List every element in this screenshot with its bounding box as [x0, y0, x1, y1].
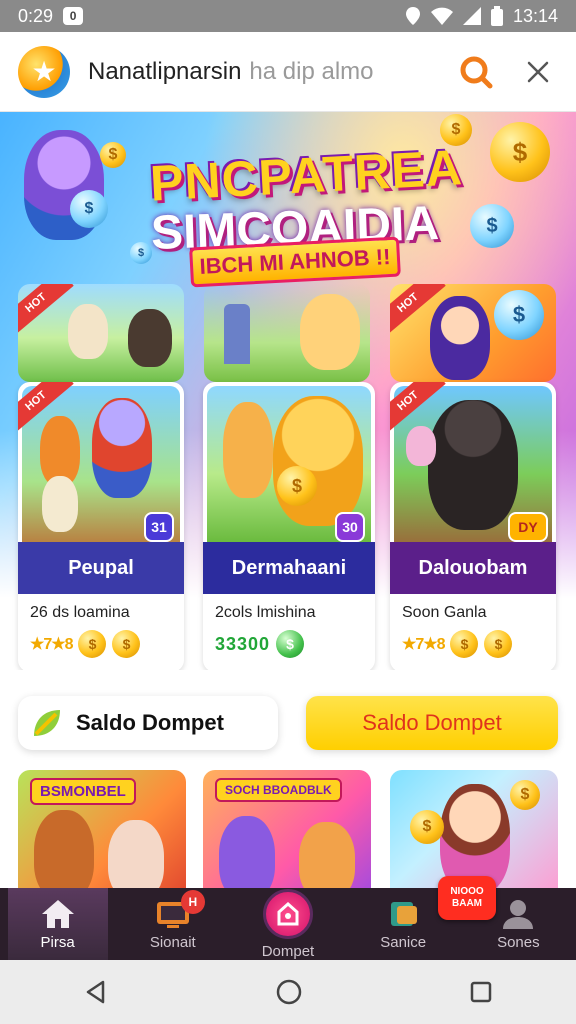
- wifi-icon: [430, 7, 453, 25]
- app-title: Nanatlipnarsin: [88, 57, 242, 85]
- nav-item-live[interactable]: H Sionait: [123, 888, 223, 960]
- game-card[interactable]: $ 30 Dermahaani 2cols lmishina 33300 $: [203, 382, 375, 670]
- app-header: ★ Nanatlipnarsin ha dip almo: [0, 32, 576, 112]
- nav-label: Sones: [497, 933, 540, 951]
- location-icon: [405, 7, 420, 25]
- game-name: Dalouobam: [390, 542, 556, 594]
- wallet-balance-button[interactable]: Saldo Dompet: [306, 696, 558, 750]
- game-level-badge: 31: [144, 512, 174, 542]
- mascot-character: [430, 296, 490, 380]
- close-icon: [527, 61, 549, 82]
- mascot-character: [42, 476, 78, 532]
- coin-icon: $: [410, 810, 444, 844]
- wallet-icon: [277, 901, 299, 925]
- mascot-character: [68, 304, 108, 359]
- nav-notification-badge: H: [180, 890, 205, 914]
- game-rating: ★7★8: [402, 636, 445, 653]
- coin-icon: $: [78, 630, 107, 658]
- coin-icon: $: [276, 630, 305, 658]
- promo-tag: BSMONBEL: [30, 778, 136, 805]
- game-meta: 33300 $: [215, 630, 305, 658]
- coin-icon: $: [484, 630, 513, 658]
- coin-icon: $: [130, 242, 152, 264]
- home-icon: [41, 899, 74, 928]
- mascot-character: [406, 426, 436, 466]
- coin-icon: $: [70, 190, 108, 228]
- game-name: Peupal: [18, 542, 184, 594]
- nav-label: Sionait: [149, 933, 196, 951]
- battery-icon: [490, 6, 503, 26]
- nav-label: Dompet: [261, 942, 315, 960]
- game-card[interactable]: HOT 31 Peupal 26 ds loamina ★7★8 $ $: [18, 382, 184, 670]
- app-subtitle: ha dip almo: [249, 57, 374, 85]
- nav-label: Sanice: [380, 933, 427, 951]
- game-rating: ★7★8: [30, 636, 73, 653]
- game-level-badge: DY: [508, 512, 548, 542]
- game-level-badge: 30: [335, 512, 365, 542]
- status-time: 0:29: [18, 5, 54, 26]
- game-subtitle: Soon Ganla: [402, 604, 487, 621]
- game-thumbnail[interactable]: HOT: [18, 284, 184, 382]
- promo-tile[interactable]: SOCH BBOADBLK: [203, 770, 371, 900]
- game-subtitle: 26 ds loamina: [30, 604, 130, 621]
- signal-icon: [462, 7, 481, 25]
- hero-banner[interactable]: $ $ $ $ $ $ PNCPATREA SIMCOAIDIA IBCH MI…: [0, 112, 576, 670]
- nav-item-wallet[interactable]: Dompet: [238, 888, 338, 960]
- coin-icon: $: [494, 290, 544, 340]
- search-button[interactable]: [456, 52, 496, 92]
- game-meta: ★7★8 $ $: [402, 630, 513, 658]
- mascot-character: [223, 402, 273, 498]
- mascot-character: [34, 810, 94, 900]
- card-icon: [391, 901, 418, 926]
- wallet-center-button[interactable]: [262, 888, 313, 939]
- promo-tile[interactable]: BSMONBEL: [18, 770, 186, 900]
- nav-label: Pirsa: [40, 933, 75, 951]
- close-button[interactable]: [518, 52, 558, 92]
- coin-icon: $: [470, 204, 514, 248]
- notification-badge: 0: [63, 7, 84, 25]
- game-name: Dermahaani: [203, 542, 375, 594]
- status-bar: 0:29 0 13:14: [0, 0, 576, 32]
- wallet-leaf-icon: [34, 710, 60, 736]
- app-logo[interactable]: ★: [18, 45, 70, 98]
- game-thumbnail[interactable]: [204, 284, 370, 382]
- user-icon: [503, 899, 534, 929]
- status-clock: 13:14: [512, 5, 558, 26]
- search-icon: [460, 56, 493, 88]
- mascot-character: [128, 309, 172, 367]
- mascot-character: [92, 398, 152, 498]
- nav-item-home[interactable]: Pirsa: [7, 888, 108, 960]
- wallet-balance-label: Saldo Dompet: [76, 710, 224, 735]
- game-thumbnail[interactable]: HOT $: [390, 284, 556, 382]
- game-meta: ★7★8 $ $: [30, 630, 141, 658]
- coin-icon: $: [450, 630, 479, 658]
- tower-decoration: [224, 304, 250, 364]
- coin-icon: $: [100, 142, 126, 168]
- game-card[interactable]: HOT DY Dalouobam Soon Ganla ★7★8 $ $: [390, 382, 556, 670]
- back-icon[interactable]: [83, 979, 109, 1005]
- system-navigation-bar: [0, 960, 576, 1024]
- mascot-character: [300, 294, 360, 370]
- mascot-character-bear: [428, 400, 518, 530]
- game-subtitle: 2cols lmishina: [215, 604, 316, 621]
- home-circle-icon[interactable]: [275, 978, 303, 1006]
- mascot-character: [273, 396, 363, 526]
- coin-icon: $: [112, 630, 141, 658]
- recents-icon[interactable]: [469, 980, 493, 1004]
- coin-icon: $: [510, 780, 540, 810]
- game-points: 33300: [215, 633, 271, 654]
- promo-tag: SOCH BBOADBLK: [215, 778, 342, 802]
- coin-icon: $: [490, 122, 550, 182]
- coin-icon: $: [277, 466, 317, 506]
- floating-promo-badge[interactable]: NIOOO BAAM: [438, 876, 496, 920]
- wallet-balance-card[interactable]: Saldo Dompet: [18, 696, 278, 750]
